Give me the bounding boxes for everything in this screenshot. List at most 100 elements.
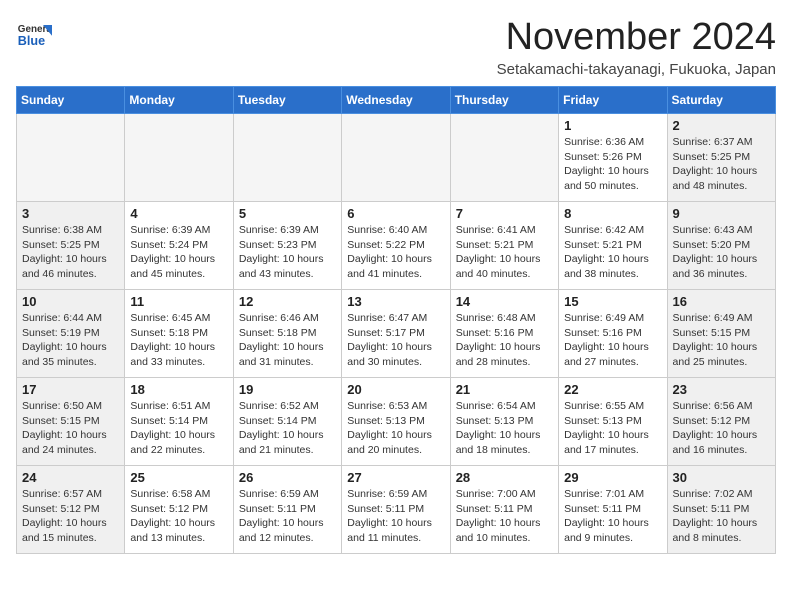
calendar-table: SundayMondayTuesdayWednesdayThursdayFrid… [16, 86, 776, 554]
day-info: Sunrise: 6:41 AMSunset: 5:21 PMDaylight:… [456, 223, 553, 282]
day-number: 1 [564, 118, 661, 133]
calendar-day-cell: 3 Sunrise: 6:38 AMSunset: 5:25 PMDaylight… [17, 202, 125, 290]
day-info: Sunrise: 6:47 AMSunset: 5:17 PMDaylight:… [347, 311, 444, 370]
day-info: Sunrise: 6:53 AMSunset: 5:13 PMDaylight:… [347, 399, 444, 458]
day-number: 4 [130, 206, 227, 221]
day-number: 13 [347, 294, 444, 309]
calendar-day-cell: 22Sunrise: 6:55 AMSunset: 5:13 PMDayligh… [559, 378, 667, 466]
calendar-day-cell: 1 Sunrise: 6:36 AMSunset: 5:26 PMDaylight… [559, 114, 667, 202]
calendar-day-cell: 11 Sunrise: 6:45 AMSunset: 5:18 PMDayligh… [125, 290, 233, 378]
day-number: 29 [564, 470, 661, 485]
day-info: Sunrise: 6:49 AMSunset: 5:15 PMDaylight:… [673, 311, 770, 370]
day-info: Sunrise: 6:37 AMSunset: 5:25 PMDaylight:… [673, 135, 770, 194]
day-info: Sunrise: 6:56 AMSunset: 5:12 PMDaylight:… [673, 399, 770, 458]
calendar-day-cell: 5 Sunrise: 6:39 AMSunset: 5:23 PMDaylight… [233, 202, 341, 290]
day-number: 27 [347, 470, 444, 485]
calendar-day-cell: 19 Sunrise: 6:52 AMSunset: 5:14 PMDayligh… [233, 378, 341, 466]
logo: General Blue [16, 16, 56, 52]
calendar-day-cell: 20 Sunrise: 6:53 AMSunset: 5:13 PMDayligh… [342, 378, 450, 466]
month-title: November 2024 [497, 16, 776, 59]
calendar-day-cell: 10Sunrise: 6:44 AMSunset: 5:19 PMDayligh… [17, 290, 125, 378]
day-number: 14 [456, 294, 553, 309]
day-number: 19 [239, 382, 336, 397]
calendar-day-cell [233, 114, 341, 202]
calendar-week-row: 3 Sunrise: 6:38 AMSunset: 5:25 PMDaylight… [17, 202, 776, 290]
day-number: 2 [673, 118, 770, 133]
day-number: 28 [456, 470, 553, 485]
calendar-day-cell: 28 Sunrise: 7:00 AMSunset: 5:11 PMDayligh… [450, 466, 558, 554]
calendar-header-row: SundayMondayTuesdayWednesdayThursdayFrid… [17, 87, 776, 114]
day-number: 8 [564, 206, 661, 221]
day-info: Sunrise: 6:39 AMSunset: 5:23 PMDaylight:… [239, 223, 336, 282]
calendar-day-cell [450, 114, 558, 202]
day-info: Sunrise: 6:58 AMSunset: 5:12 PMDaylight:… [130, 487, 227, 546]
day-number: 6 [347, 206, 444, 221]
day-number: 7 [456, 206, 553, 221]
day-number: 12 [239, 294, 336, 309]
day-number: 21 [456, 382, 553, 397]
day-of-week-header: Thursday [450, 87, 558, 114]
calendar-week-row: 17Sunrise: 6:50 AMSunset: 5:15 PMDayligh… [17, 378, 776, 466]
calendar-day-cell: 9 Sunrise: 6:43 AMSunset: 5:20 PMDaylight… [667, 202, 775, 290]
day-info: Sunrise: 6:52 AMSunset: 5:14 PMDaylight:… [239, 399, 336, 458]
calendar-day-cell: 14Sunrise: 6:48 AMSunset: 5:16 PMDayligh… [450, 290, 558, 378]
day-of-week-header: Friday [559, 87, 667, 114]
calendar-day-cell: 12 Sunrise: 6:46 AMSunset: 5:18 PMDayligh… [233, 290, 341, 378]
day-info: Sunrise: 6:45 AMSunset: 5:18 PMDaylight:… [130, 311, 227, 370]
day-info: Sunrise: 7:01 AMSunset: 5:11 PMDaylight:… [564, 487, 661, 546]
page-header: General Blue November 2024 Setakamachi-t… [16, 16, 776, 78]
day-number: 24 [22, 470, 119, 485]
calendar-day-cell: 18 Sunrise: 6:51 AMSunset: 5:14 PMDayligh… [125, 378, 233, 466]
day-number: 17 [22, 382, 119, 397]
day-info: Sunrise: 6:54 AMSunset: 5:13 PMDaylight:… [456, 399, 553, 458]
day-info: Sunrise: 6:46 AMSunset: 5:18 PMDaylight:… [239, 311, 336, 370]
day-of-week-header: Saturday [667, 87, 775, 114]
day-number: 5 [239, 206, 336, 221]
calendar-week-row: 1 Sunrise: 6:36 AMSunset: 5:26 PMDaylight… [17, 114, 776, 202]
calendar-day-cell [125, 114, 233, 202]
day-info: Sunrise: 6:43 AMSunset: 5:20 PMDaylight:… [673, 223, 770, 282]
day-info: Sunrise: 6:59 AMSunset: 5:11 PMDaylight:… [347, 487, 444, 546]
day-number: 25 [130, 470, 227, 485]
day-info: Sunrise: 7:00 AMSunset: 5:11 PMDaylight:… [456, 487, 553, 546]
day-number: 20 [347, 382, 444, 397]
calendar-day-cell [342, 114, 450, 202]
calendar-day-cell: 23 Sunrise: 6:56 AMSunset: 5:12 PMDayligh… [667, 378, 775, 466]
day-of-week-header: Monday [125, 87, 233, 114]
calendar-day-cell: 25 Sunrise: 6:58 AMSunset: 5:12 PMDayligh… [125, 466, 233, 554]
title-area: November 2024 Setakamachi-takayanagi, Fu… [497, 16, 776, 78]
calendar-day-cell: 4 Sunrise: 6:39 AMSunset: 5:24 PMDaylight… [125, 202, 233, 290]
calendar-day-cell: 6 Sunrise: 6:40 AMSunset: 5:22 PMDaylight… [342, 202, 450, 290]
calendar-day-cell: 26Sunrise: 6:59 AMSunset: 5:11 PMDayligh… [233, 466, 341, 554]
day-number: 11 [130, 294, 227, 309]
day-info: Sunrise: 6:40 AMSunset: 5:22 PMDaylight:… [347, 223, 444, 282]
day-number: 23 [673, 382, 770, 397]
day-number: 9 [673, 206, 770, 221]
calendar-day-cell [17, 114, 125, 202]
calendar-day-cell: 15 Sunrise: 6:49 AMSunset: 5:16 PMDayligh… [559, 290, 667, 378]
calendar-day-cell: 30 Sunrise: 7:02 AMSunset: 5:11 PMDayligh… [667, 466, 775, 554]
day-info: Sunrise: 6:59 AMSunset: 5:11 PMDaylight:… [239, 487, 336, 546]
calendar-day-cell: 16 Sunrise: 6:49 AMSunset: 5:15 PMDayligh… [667, 290, 775, 378]
day-info: Sunrise: 6:36 AMSunset: 5:26 PMDaylight:… [564, 135, 661, 194]
calendar-day-cell: 7 Sunrise: 6:41 AMSunset: 5:21 PMDaylight… [450, 202, 558, 290]
calendar-day-cell: 27 Sunrise: 6:59 AMSunset: 5:11 PMDayligh… [342, 466, 450, 554]
day-number: 3 [22, 206, 119, 221]
day-number: 16 [673, 294, 770, 309]
day-info: Sunrise: 6:38 AMSunset: 5:25 PMDaylight:… [22, 223, 119, 282]
day-number: 18 [130, 382, 227, 397]
calendar-day-cell: 13 Sunrise: 6:47 AMSunset: 5:17 PMDayligh… [342, 290, 450, 378]
day-info: Sunrise: 7:02 AMSunset: 5:11 PMDaylight:… [673, 487, 770, 546]
day-number: 10 [22, 294, 119, 309]
calendar-day-cell: 29 Sunrise: 7:01 AMSunset: 5:11 PMDayligh… [559, 466, 667, 554]
day-info: Sunrise: 6:49 AMSunset: 5:16 PMDaylight:… [564, 311, 661, 370]
calendar-day-cell: 8Sunrise: 6:42 AMSunset: 5:21 PMDaylight… [559, 202, 667, 290]
day-info: Sunrise: 6:51 AMSunset: 5:14 PMDaylight:… [130, 399, 227, 458]
calendar-day-cell: 2 Sunrise: 6:37 AMSunset: 5:25 PMDaylight… [667, 114, 775, 202]
day-number: 15 [564, 294, 661, 309]
svg-text:Blue: Blue [18, 34, 45, 48]
day-number: 30 [673, 470, 770, 485]
day-of-week-header: Sunday [17, 87, 125, 114]
calendar-week-row: 24Sunrise: 6:57 AMSunset: 5:12 PMDayligh… [17, 466, 776, 554]
day-info: Sunrise: 6:39 AMSunset: 5:24 PMDaylight:… [130, 223, 227, 282]
